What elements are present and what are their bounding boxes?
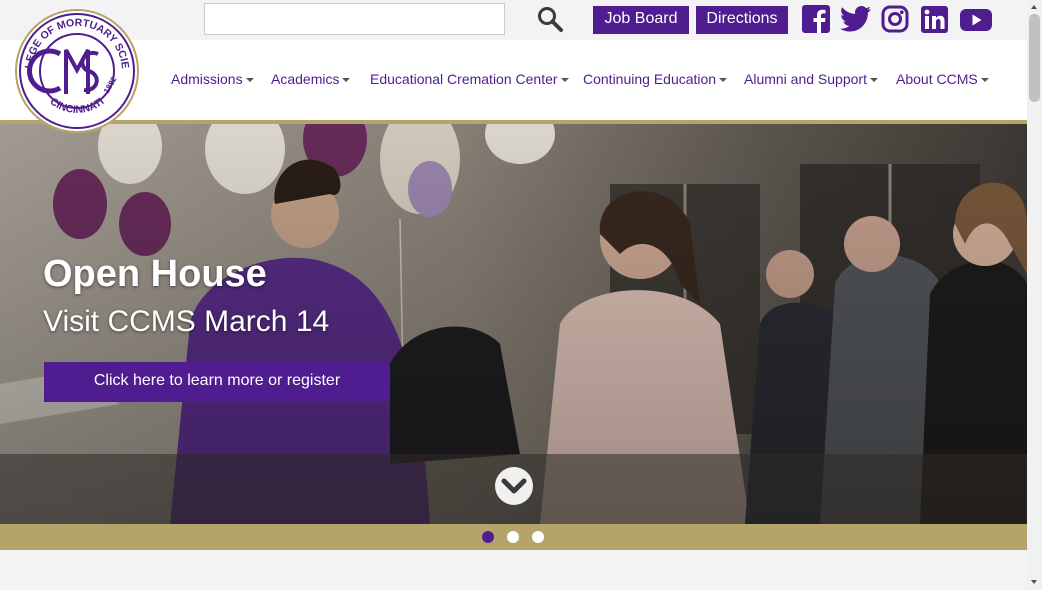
caret-down-icon: [980, 78, 989, 83]
directions-button[interactable]: Directions: [696, 6, 788, 34]
chevron-down-icon[interactable]: [494, 466, 534, 506]
nav-item-admissions[interactable]: Admissions: [171, 71, 254, 87]
content-area: [0, 550, 1027, 590]
job-board-button[interactable]: Job Board: [593, 6, 689, 34]
carousel-dot-2[interactable]: [507, 531, 519, 543]
caret-down-icon: [869, 78, 878, 83]
nav-item-label: Educational Cremation Center: [370, 71, 558, 87]
hero-title: Open House: [43, 253, 267, 295]
nav-item-continuing-education[interactable]: Continuing Education: [583, 71, 728, 87]
twitter-icon[interactable]: [840, 6, 871, 32]
youtube-icon[interactable]: [960, 9, 992, 31]
nav-item-label: Academics: [271, 71, 340, 87]
scroll-down-arrow-icon[interactable]: [1031, 580, 1037, 584]
carousel-dot-3[interactable]: [532, 531, 544, 543]
nav-item-educational-cremation-center[interactable]: Educational Cremation Center: [370, 71, 569, 87]
nav-item-label: Admissions: [171, 71, 243, 87]
search-input[interactable]: [204, 3, 505, 35]
nav-item-label: About CCMS: [896, 71, 978, 87]
linkedin-icon[interactable]: [921, 6, 948, 33]
scroll-up-arrow-icon[interactable]: [1031, 5, 1037, 9]
instagram-icon[interactable]: [881, 5, 909, 33]
nav-item-label: Alumni and Support: [744, 71, 867, 87]
hero-cta-button[interactable]: Click here to learn more or register: [44, 362, 390, 402]
carousel-dot-1[interactable]: [482, 531, 494, 543]
search-button[interactable]: [533, 3, 567, 35]
caret-down-icon: [342, 78, 351, 83]
nav-item-academics[interactable]: Academics: [271, 71, 351, 87]
search-icon: [538, 7, 563, 32]
logo[interactable]: COLLEGE OF MORTUARY SCIENCE CINCINNATI 1…: [14, 8, 140, 134]
scrollbar-thumb[interactable]: [1029, 14, 1040, 102]
top-bar: [0, 0, 1027, 40]
hero-subtitle: Visit CCMS March 14: [43, 305, 330, 338]
nav-item-about-ccms[interactable]: About CCMS: [896, 71, 989, 87]
caret-down-icon: [560, 78, 569, 83]
facebook-icon[interactable]: [802, 5, 830, 33]
nav-item-label: Continuing Education: [583, 71, 717, 87]
caret-down-icon: [245, 78, 254, 83]
caret-down-icon: [719, 78, 728, 83]
nav-item-alumni-and-support[interactable]: Alumni and Support: [744, 71, 878, 87]
